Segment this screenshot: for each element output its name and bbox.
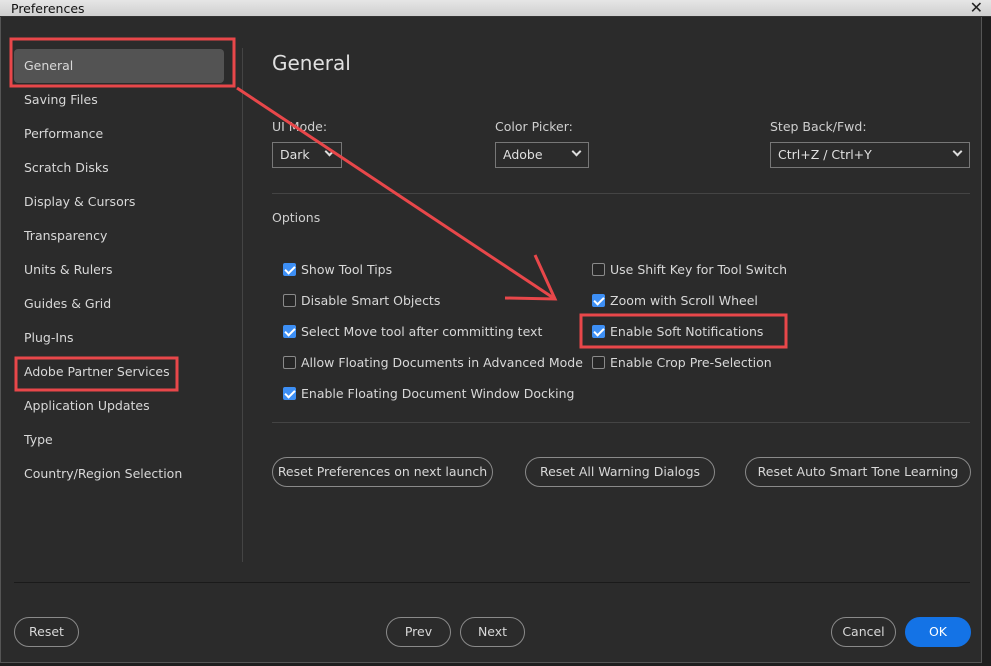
step-back-label: Step Back/Fwd: — [770, 119, 867, 134]
checkbox-checked-icon[interactable] — [283, 263, 296, 276]
ui-mode-label: UI Mode: — [272, 119, 328, 134]
sidebar-item-type[interactable]: Type — [14, 423, 224, 457]
ui-mode-value: Dark — [280, 147, 310, 162]
sidebar-item-adobe-partner-services[interactable]: Adobe Partner Services — [14, 355, 224, 389]
sidebar-item-units-rulers[interactable]: Units & Rulers — [14, 253, 224, 287]
option-checkbox[interactable]: Show Tool Tips — [283, 262, 392, 277]
title-bar: Preferences ✕ — [0, 0, 991, 17]
color-picker-select[interactable]: Adobe — [495, 142, 589, 168]
sidebar-item-guides-grid[interactable]: Guides & Grid — [14, 287, 224, 321]
page-title: General — [272, 51, 351, 75]
checkbox-unchecked-icon[interactable] — [283, 356, 296, 369]
option-label: Enable Floating Document Window Docking — [301, 386, 575, 401]
sidebar-item-saving-files[interactable]: Saving Files — [14, 83, 224, 117]
checkbox-unchecked-icon[interactable] — [283, 294, 296, 307]
close-icon[interactable]: ✕ — [970, 0, 983, 16]
checkbox-checked-icon[interactable] — [283, 387, 296, 400]
options-label: Options — [272, 210, 321, 225]
option-checkbox[interactable]: Disable Smart Objects — [283, 293, 440, 308]
checkbox-checked-icon[interactable] — [283, 325, 296, 338]
reset-button[interactable]: Reset — [14, 617, 79, 647]
option-checkbox[interactable]: Use Shift Key for Tool Switch — [592, 262, 787, 277]
color-picker-value: Adobe — [503, 147, 543, 162]
reset-warning-dialogs-button[interactable]: Reset All Warning Dialogs — [525, 457, 715, 487]
option-checkbox[interactable]: Allow Floating Documents in Advanced Mod… — [283, 355, 583, 370]
option-label: Select Move tool after committing text — [301, 324, 543, 339]
checkbox-unchecked-icon[interactable] — [592, 356, 605, 369]
window-title: Preferences — [11, 1, 85, 16]
chevron-down-icon — [571, 146, 582, 157]
sidebar-item-display-cursors[interactable]: Display & Cursors — [14, 185, 224, 219]
option-checkbox[interactable]: Enable Floating Document Window Docking — [283, 386, 574, 401]
option-label: Enable Soft Notifications — [610, 324, 764, 339]
chevron-down-icon — [324, 146, 335, 157]
reset-preferences-button[interactable]: Reset Preferences on next launch — [272, 457, 493, 487]
sidebar-divider — [242, 48, 243, 562]
color-picker-label: Color Picker: — [495, 119, 573, 134]
sidebar-item-general[interactable]: General — [14, 49, 224, 83]
reset-smart-tone-button[interactable]: Reset Auto Smart Tone Learning — [745, 457, 971, 487]
footer-divider — [14, 582, 970, 583]
checkbox-checked-icon[interactable] — [592, 325, 605, 338]
cancel-button[interactable]: Cancel — [831, 617, 896, 647]
divider — [272, 422, 970, 423]
checkbox-checked-icon[interactable] — [592, 294, 605, 307]
divider — [272, 193, 970, 194]
option-checkbox[interactable]: Enable Soft Notifications — [592, 324, 763, 339]
prev-button[interactable]: Prev — [386, 617, 451, 647]
next-button[interactable]: Next — [460, 617, 525, 647]
option-label: Allow Floating Documents in Advanced Mod… — [301, 355, 583, 370]
option-label: Disable Smart Objects — [301, 293, 441, 308]
checkbox-unchecked-icon[interactable] — [592, 263, 605, 276]
option-checkbox[interactable]: Zoom with Scroll Wheel — [592, 293, 758, 308]
sidebar-item-performance[interactable]: Performance — [14, 117, 224, 151]
option-checkbox[interactable]: Select Move tool after committing text — [283, 324, 542, 339]
option-label: Zoom with Scroll Wheel — [610, 293, 758, 308]
option-label: Show Tool Tips — [301, 262, 393, 277]
step-back-value: Ctrl+Z / Ctrl+Y — [778, 147, 872, 162]
sidebar-item-application-updates[interactable]: Application Updates — [14, 389, 224, 423]
sidebar-item-plug-ins[interactable]: Plug-Ins — [14, 321, 224, 355]
option-label: Use Shift Key for Tool Switch — [610, 262, 788, 277]
ok-button[interactable]: OK — [905, 617, 971, 647]
step-back-select[interactable]: Ctrl+Z / Ctrl+Y — [770, 142, 970, 168]
ui-mode-select[interactable]: Dark — [272, 142, 342, 168]
sidebar-item-country-region-selection[interactable]: Country/Region Selection — [14, 457, 224, 491]
chevron-down-icon — [952, 146, 963, 157]
sidebar-item-scratch-disks[interactable]: Scratch Disks — [14, 151, 224, 185]
option-label: Enable Crop Pre-Selection — [610, 355, 772, 370]
sidebar-item-transparency[interactable]: Transparency — [14, 219, 224, 253]
option-checkbox[interactable]: Enable Crop Pre-Selection — [592, 355, 772, 370]
